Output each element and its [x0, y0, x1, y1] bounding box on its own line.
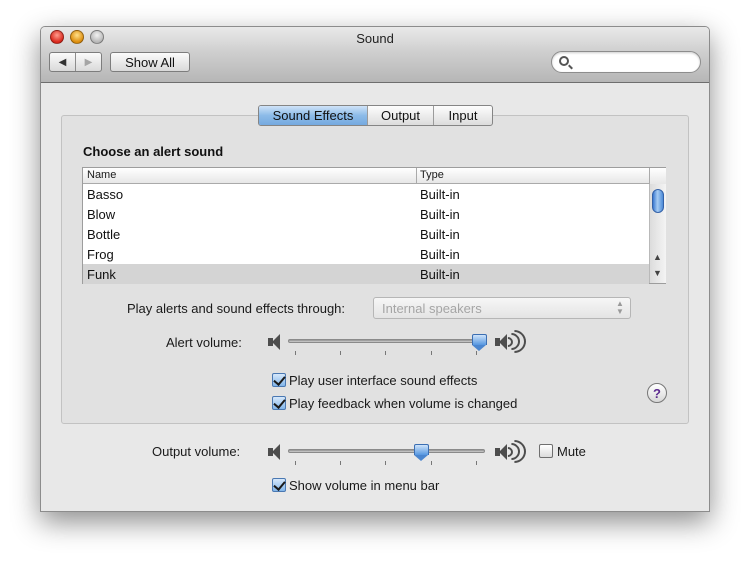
- sound-type: Built-in: [420, 187, 460, 202]
- sound-type: Built-in: [420, 207, 460, 222]
- sound-name: Basso: [87, 187, 124, 202]
- sound-type: Built-in: [420, 267, 460, 282]
- forward-arrow-icon: ▶: [84, 56, 93, 68]
- alert-sound-table: Name Type Basso Built-in Blow Built-in B…: [82, 167, 666, 284]
- table-row[interactable]: Frog Built-in: [83, 244, 649, 264]
- title-bar: Sound ◀ ▶ Show All: [41, 27, 709, 83]
- table-rows: Basso Built-in Blow Built-in Bottle Buil…: [83, 184, 649, 284]
- back-arrow-icon: ◀: [58, 56, 67, 68]
- slider-tick: [295, 351, 296, 355]
- tab-bar: Sound Effects Output Input: [258, 105, 493, 126]
- alert-volume-slider-knob[interactable]: [471, 334, 487, 351]
- speaker-low-icon: [268, 334, 282, 350]
- slider-tick: [340, 461, 341, 465]
- play-through-popup[interactable]: Internal speakers ▲ ▼: [373, 297, 631, 319]
- search-field[interactable]: [551, 51, 701, 73]
- column-divider: [416, 168, 417, 184]
- back-button[interactable]: ◀: [50, 53, 75, 71]
- slider-tick: [431, 351, 432, 355]
- slider-tick: [385, 461, 386, 465]
- tab-sound-effects[interactable]: Sound Effects: [259, 106, 367, 125]
- output-volume-slider-knob[interactable]: [414, 444, 430, 461]
- vertical-scrollbar[interactable]: ▲ ▼: [649, 184, 666, 283]
- volume-feedback-checkbox[interactable]: [272, 396, 286, 410]
- slider-tick: [476, 351, 477, 355]
- table-row[interactable]: Bottle Built-in: [83, 224, 649, 244]
- help-icon: ?: [653, 385, 661, 401]
- alert-volume-slider-track[interactable]: [288, 339, 485, 343]
- search-icon: [559, 56, 569, 66]
- scroll-up-arrow-icon[interactable]: ▲: [653, 252, 662, 262]
- table-row[interactable]: Blow Built-in: [83, 204, 649, 224]
- mute-label: Mute: [557, 444, 586, 459]
- speaker-low-icon: [268, 444, 282, 460]
- slider-tick: [340, 351, 341, 355]
- table-header: Name Type: [83, 168, 649, 184]
- sound-name: Funk: [87, 267, 116, 282]
- sound-preferences-window: Sound ◀ ▶ Show All Sound Effects Output …: [40, 26, 710, 512]
- speaker-high-icon: [495, 435, 531, 468]
- show-volume-menubar-checkbox[interactable]: [272, 478, 286, 492]
- scroll-down-arrow-icon[interactable]: ▼: [653, 268, 662, 278]
- column-header-type[interactable]: Type: [420, 169, 444, 181]
- slider-tick: [431, 461, 432, 465]
- sound-type: Built-in: [420, 227, 460, 242]
- sound-name: Frog: [87, 247, 114, 262]
- ui-sound-effects-label: Play user interface sound effects: [289, 373, 478, 388]
- mute-checkbox[interactable]: [539, 444, 553, 458]
- alert-sound-heading: Choose an alert sound: [83, 144, 224, 159]
- help-button[interactable]: ?: [647, 383, 667, 403]
- table-row[interactable]: Basso Built-in: [83, 184, 649, 204]
- sound-name: Bottle: [87, 227, 121, 242]
- table-row-selected[interactable]: Funk Built-in: [83, 264, 649, 284]
- slider-tick: [385, 351, 386, 355]
- back-forward-control: ◀ ▶: [49, 52, 102, 72]
- forward-button[interactable]: ▶: [75, 53, 101, 71]
- speaker-high-icon: [495, 325, 531, 358]
- column-header-name[interactable]: Name: [87, 169, 116, 181]
- slider-tick: [476, 461, 477, 465]
- ui-sound-effects-checkbox[interactable]: [272, 373, 286, 387]
- play-through-label: Play alerts and sound effects through:: [127, 301, 346, 316]
- output-volume-slider-track[interactable]: [288, 449, 485, 453]
- scrollbar-thumb[interactable]: [652, 189, 664, 213]
- slider-tick: [295, 461, 296, 465]
- sound-name: Blow: [87, 207, 116, 222]
- volume-feedback-label: Play feedback when volume is changed: [289, 396, 518, 411]
- window-title: Sound: [356, 31, 394, 46]
- tab-output[interactable]: Output: [367, 106, 433, 125]
- popup-arrows-icon: ▲ ▼: [616, 299, 624, 316]
- tab-input[interactable]: Input: [433, 106, 492, 125]
- sound-type: Built-in: [420, 247, 460, 262]
- header-corner: [649, 168, 666, 184]
- output-volume-label: Output volume:: [152, 444, 241, 459]
- search-input[interactable]: [576, 54, 694, 70]
- alert-volume-label: Alert volume:: [166, 335, 242, 350]
- show-all-button[interactable]: Show All: [110, 52, 190, 72]
- show-volume-menubar-label: Show volume in menu bar: [289, 478, 440, 493]
- play-through-value: Internal speakers: [382, 301, 482, 316]
